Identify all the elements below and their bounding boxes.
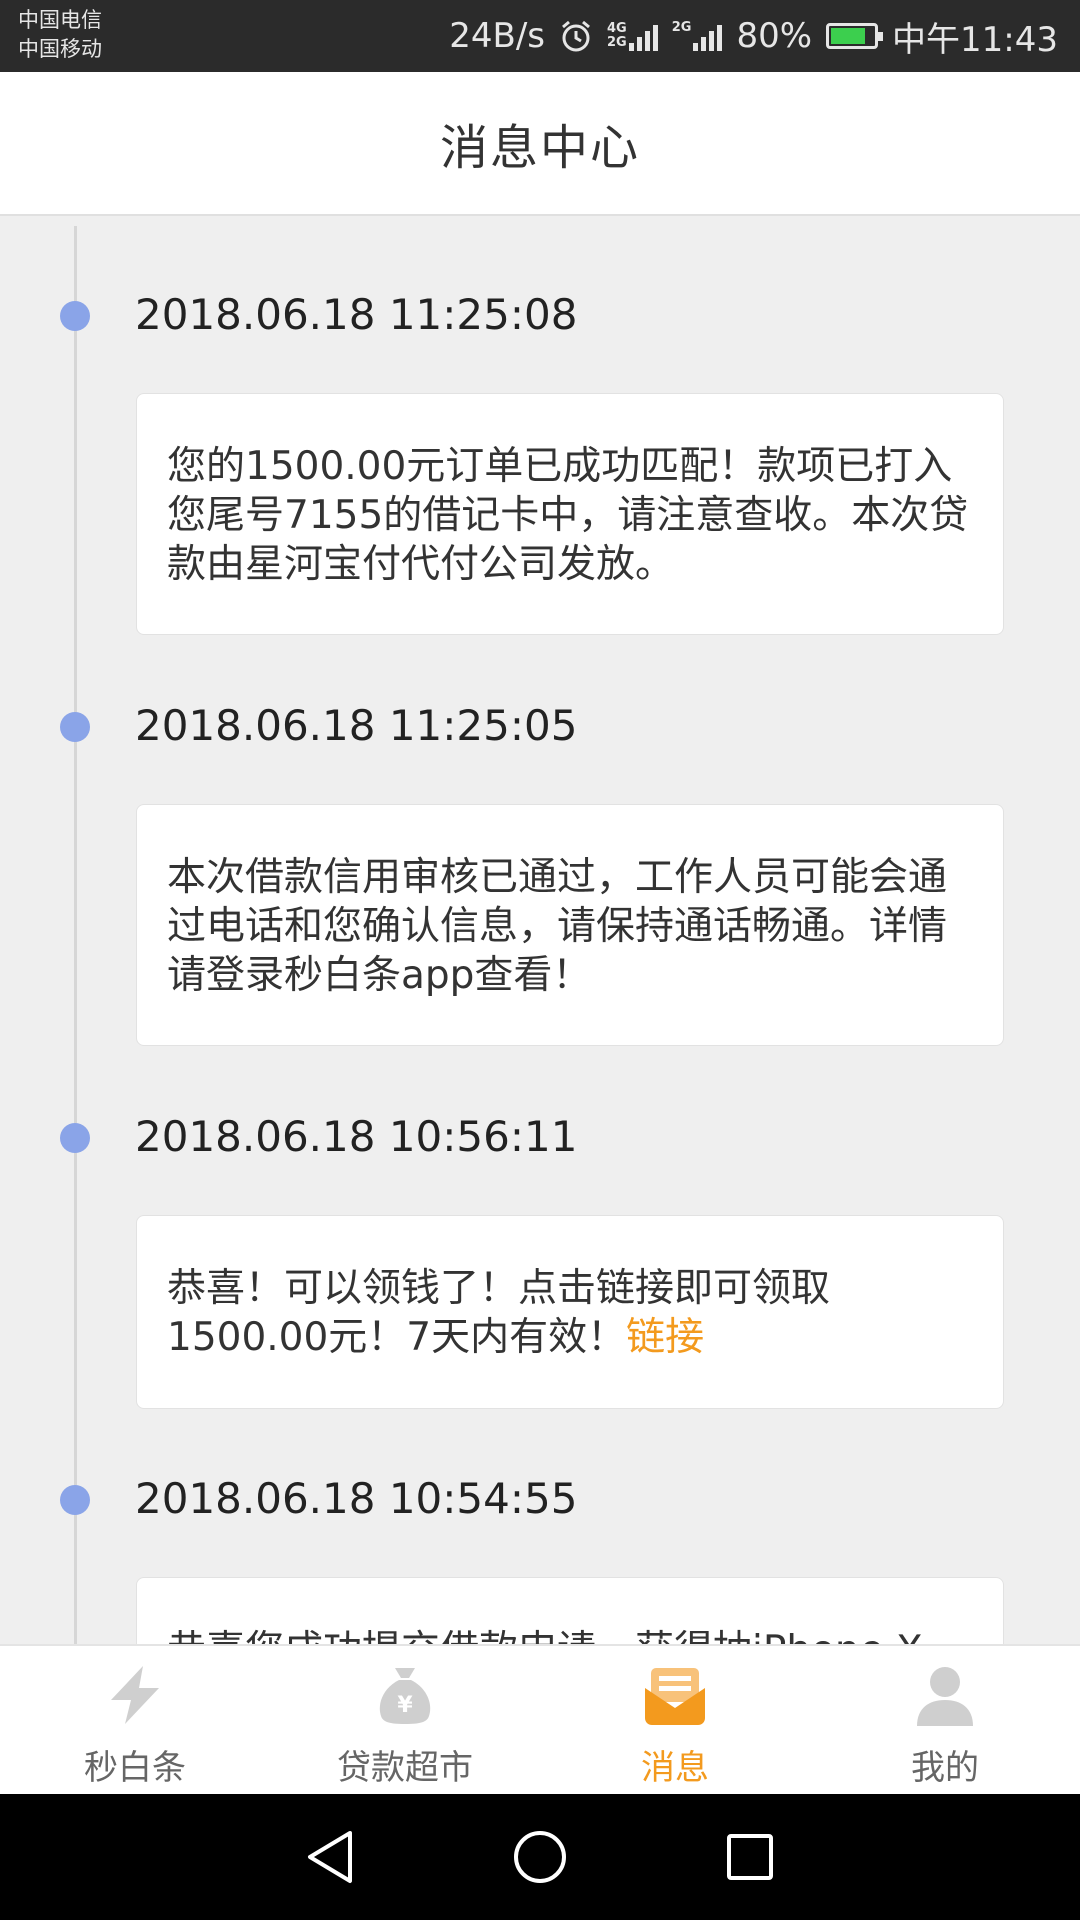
timeline-dot [60, 1123, 90, 1153]
battery-percent: 80% [736, 16, 813, 56]
timeline-dot [60, 712, 90, 742]
tab-label: 消息 [641, 1748, 709, 1788]
carrier-names: 中国电信 中国移动 [18, 6, 102, 64]
battery-icon [826, 23, 884, 49]
back-triangle-icon [308, 1831, 352, 1883]
timeline-line [74, 226, 77, 1644]
signal-bars-2-icon [693, 21, 723, 51]
message-card[interactable]: 恭喜！可以领钱了！点击链接即可领取1500.00元！7天内有效！链接 [136, 1215, 1004, 1409]
system-nav-bar [0, 1794, 1080, 1920]
message-card[interactable]: 您的1500.00元订单已成功匹配！款项已打入您尾号7155的借记卡中，请注意查… [136, 393, 1004, 635]
header: 消息中心 [0, 72, 1080, 216]
message-card[interactable]: 本次借款信用审核已通过，工作人员可能会通过电话和您确认信息，请保持通话畅通。详情… [136, 804, 1004, 1046]
signal-2: 2G [672, 21, 723, 51]
status-indicators: 24B/s 4G 2G 2G 80% 中午11:43 [449, 0, 1058, 72]
timeline-dot [60, 1485, 90, 1515]
message-text: 本次借款信用审核已通过，工作人员可能会通过电话和您确认信息，请保持通话畅通。详情… [167, 855, 948, 998]
signal-1: 4G 2G [607, 21, 658, 51]
recents-square-icon [727, 1834, 773, 1880]
tab-messages[interactable]: 消息 [540, 1646, 810, 1794]
message-time: 2018.06.18 11:25:05 [135, 701, 578, 750]
signal-bars-1-icon [628, 21, 658, 51]
home-button[interactable] [510, 1827, 570, 1887]
status-bar: 中国电信 中国移动 24B/s 4G 2G 2G 80% 中午11:43 [0, 0, 1080, 72]
recents-button[interactable] [720, 1827, 780, 1887]
back-button[interactable] [300, 1827, 360, 1887]
person-icon [917, 1667, 973, 1726]
money-bag-icon: ¥ [379, 1668, 431, 1724]
net-speed: 24B/s [449, 16, 545, 56]
message-time: 2018.06.18 11:25:08 [135, 290, 578, 339]
tab-label: 我的 [911, 1748, 979, 1788]
envelope-icon [645, 1668, 705, 1725]
bottom-tab-bar: 秒白条 ¥ 贷款超市 消息 我的 [0, 1644, 1080, 1794]
message-time: 2018.06.18 10:54:55 [135, 1474, 578, 1523]
message-text: 您的1500.00元订单已成功匹配！款项已打入您尾号7155的借记卡中，请注意查… [167, 444, 969, 587]
network-2-label: 2G [671, 20, 692, 35]
tab-miaobaitiao[interactable]: 秒白条 [0, 1646, 270, 1794]
network-1-label: 4G [607, 21, 627, 36]
alarm-icon [562, 20, 590, 52]
message-text: 恭喜您成功提交借款申请，获得抽iPhone X [167, 1628, 923, 1644]
message-list[interactable]: 2018.06.18 11:25:08 您的1500.00元订单已成功匹配！款项… [0, 218, 1080, 1644]
carrier-1: 中国电信 [18, 8, 102, 32]
carrier-2: 中国移动 [18, 37, 102, 61]
lightning-icon [111, 1666, 159, 1724]
tab-mine[interactable]: 我的 [810, 1646, 1080, 1794]
message-card[interactable]: 恭喜您成功提交借款申请，获得抽iPhone X [136, 1577, 1004, 1644]
svg-text:¥: ¥ [397, 1693, 413, 1718]
page-title: 消息中心 [439, 120, 640, 176]
home-circle-icon [514, 1831, 566, 1883]
message-link[interactable]: 链接 [626, 1315, 704, 1360]
network-1b-label: 2G [607, 35, 627, 50]
clock: 中午11:43 [892, 19, 1058, 60]
tab-loan-market[interactable]: ¥ 贷款超市 [270, 1646, 540, 1794]
message-time: 2018.06.18 10:56:11 [135, 1112, 578, 1161]
message-text: 恭喜！可以领钱了！点击链接即可领取1500.00元！7天内有效！ [167, 1266, 831, 1360]
tab-label: 贷款超市 [337, 1748, 473, 1788]
battery-fill [831, 28, 865, 44]
tab-label: 秒白条 [84, 1748, 186, 1788]
timeline-dot [60, 301, 90, 331]
